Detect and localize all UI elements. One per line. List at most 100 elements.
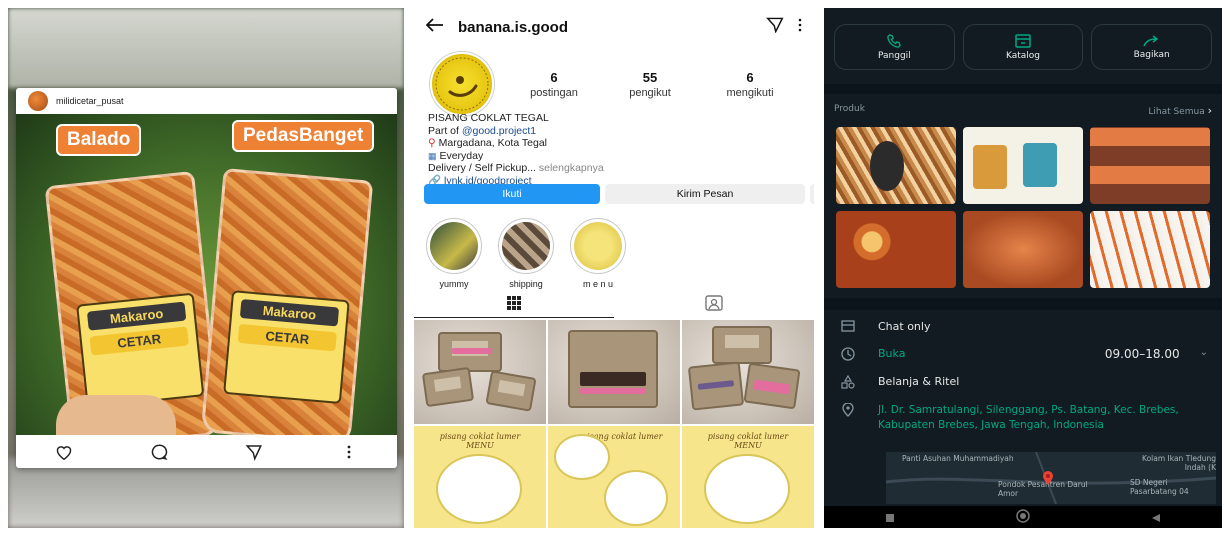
post-actions: [16, 435, 397, 468]
call-button[interactable]: Panggil: [834, 24, 955, 70]
chevron-down-icon: ⌄: [1199, 347, 1208, 358]
tab-tagged[interactable]: [614, 288, 814, 318]
bio-delivery-text: Delivery / Self Pickup...: [428, 162, 536, 175]
highlight-yummy[interactable]: yummy: [426, 218, 482, 289]
instagram-profile-panel: banana.is.good 6 postingan 55 pengikut 6…: [414, 8, 814, 528]
menu-plate: [554, 434, 610, 480]
direct-message-icon[interactable]: [766, 17, 784, 38]
call-label: Panggil: [878, 50, 911, 61]
whatsapp-business-panel: Panggil Katalog Bagikan Produk Lihat Sem…: [824, 8, 1222, 528]
see-all-link[interactable]: Lihat Semua ›: [1148, 104, 1212, 117]
menu-title-text: pisang coklat lumer: [439, 432, 521, 441]
profile-avatar[interactable]: [430, 52, 494, 116]
box-filling: [753, 379, 791, 395]
highlight-thumb: [430, 222, 478, 270]
chat-only-text: Chat only: [878, 320, 931, 333]
map-label-school: SD Negeri Pasarbatang 04: [1130, 478, 1189, 496]
message-button[interactable]: Kirim Pesan: [605, 184, 805, 204]
product-label-dark: [870, 141, 904, 191]
menu-plate: [436, 454, 522, 524]
grid-post[interactable]: pisang coklat lumer MENU: [682, 426, 814, 528]
info-address[interactable]: Jl. Dr. Samratulangi, Silenggang, Ps. Ba…: [824, 403, 1222, 433]
avatar[interactable]: [28, 91, 48, 111]
box-window: [498, 379, 525, 397]
stat-posts[interactable]: 6 postingan: [524, 70, 584, 99]
story-highlights: yummy shipping m e n u: [426, 218, 626, 289]
highlight-ring: [570, 218, 626, 274]
post-grid: pisang coklat lumer MENU pisang coklat lu…: [414, 320, 814, 528]
catalog-button[interactable]: Katalog: [962, 24, 1084, 70]
product-thumbnail[interactable]: [1090, 211, 1210, 288]
bio-name: PISANG COKLAT TEGAL: [428, 112, 549, 124]
product-box: [687, 361, 745, 411]
follow-button[interactable]: Ikuti: [424, 184, 600, 204]
highlight-ring: [498, 218, 554, 274]
bio-more-link[interactable]: selengkapnya: [539, 162, 604, 174]
recent-apps-icon[interactable]: [885, 508, 895, 527]
business-actions: Panggil Katalog Bagikan: [824, 8, 1222, 70]
tagged-icon: [705, 295, 723, 311]
bio-schedule: ▦ Everyday: [428, 150, 604, 163]
store-icon: [838, 320, 858, 332]
menu-plate: [704, 454, 790, 524]
post-username[interactable]: milidicetar_pusat: [56, 96, 124, 106]
menu-title: pisang coklat lumer MENU: [682, 432, 814, 450]
map-label-orphanage: Panti Asuhan Muhammadiyah: [902, 454, 1014, 463]
product-pack: [973, 145, 1007, 189]
blurred-background-bottom: [8, 458, 404, 528]
grid-post[interactable]: [682, 320, 814, 424]
business-address[interactable]: Jl. Dr. Samratulangi, Silenggang, Ps. Ba…: [878, 403, 1198, 433]
info-hours[interactable]: Buka 09.00–18.00 ⌄: [824, 347, 1222, 361]
highlight-shipping[interactable]: shipping: [498, 218, 554, 289]
back-icon[interactable]: [1151, 508, 1161, 527]
product-thumbnail[interactable]: [963, 127, 1083, 204]
menu-title: pisang coklat lumer MENU: [414, 432, 546, 450]
highlight-thumb: [502, 222, 550, 270]
menu-title-text: pisang coklat lumer: [707, 432, 789, 441]
stat-followers-count: 55: [642, 69, 658, 85]
product-thumbnail[interactable]: [836, 211, 956, 288]
product-pack: [1023, 143, 1057, 187]
home-icon[interactable]: [1016, 508, 1030, 527]
more-icon[interactable]: [338, 441, 360, 463]
products-label: Produk: [834, 104, 865, 114]
products-header: Produk Lihat Semua ›: [824, 94, 1222, 117]
grid-post[interactable]: [414, 320, 546, 424]
post-image[interactable]: Makaroo CETAR Makaroo CETAR Balado Pedas…: [16, 114, 397, 435]
stat-followers[interactable]: 55 pengikut: [620, 70, 680, 99]
stat-following[interactable]: 6 mengikuti: [720, 70, 780, 99]
share-icon[interactable]: [243, 441, 265, 463]
hand: [56, 395, 176, 435]
product-thumbnail[interactable]: [836, 127, 956, 204]
profile-buttons: Ikuti Kirim Pesan: [424, 184, 814, 204]
location-icon: [838, 403, 858, 417]
product-box: [568, 330, 658, 408]
product-box: [743, 362, 801, 410]
like-icon[interactable]: [53, 441, 75, 463]
stat-following-label: mengikuti: [726, 86, 774, 99]
bio-schedule-text: Everyday: [439, 149, 484, 162]
location-map[interactable]: Panti Asuhan Muhammadiyah Kolam Ikan Tle…: [886, 452, 1216, 504]
stat-followers-label: pengikut: [629, 86, 671, 99]
back-arrow-icon[interactable]: [425, 17, 444, 37]
box-window: [433, 376, 462, 392]
grid-post[interactable]: pisang coklat lumer MENU: [414, 426, 546, 528]
grid-post[interactable]: [548, 320, 680, 424]
share-button[interactable]: Bagikan: [1091, 24, 1213, 70]
bio-mention-link[interactable]: @good.project1: [462, 125, 536, 137]
menu-dots-icon[interactable]: [798, 18, 802, 37]
grid-post[interactable]: pisang coklat lumer: [548, 426, 680, 528]
product-label: Makaroo CETAR: [76, 292, 205, 409]
share-icon: [1142, 34, 1158, 46]
product-thumbnail[interactable]: [963, 211, 1083, 288]
add-person-button[interactable]: [810, 184, 814, 204]
product-thumbnail[interactable]: [1090, 127, 1210, 204]
comment-icon[interactable]: [148, 441, 170, 463]
box-filling: [452, 348, 492, 354]
map-label-pond: Kolam Ikan Tledung Indah (K: [1142, 454, 1216, 472]
logo-banana-icon: [435, 57, 489, 111]
tab-grid[interactable]: [414, 288, 614, 318]
highlight-menu[interactable]: m e n u: [570, 218, 626, 289]
clock-icon: [838, 347, 858, 361]
blurred-background-top: [8, 8, 404, 88]
